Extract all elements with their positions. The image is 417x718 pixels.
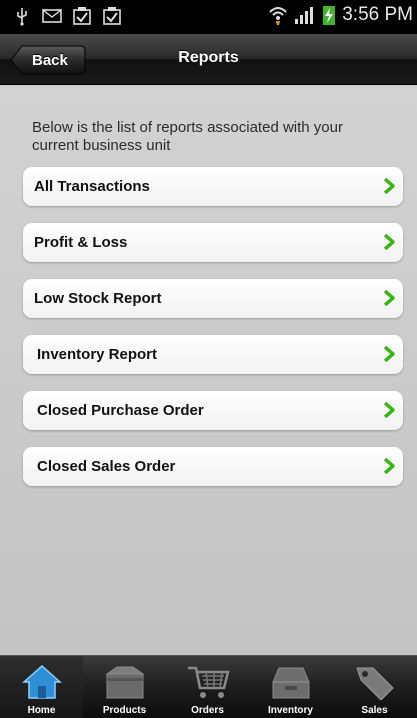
chevron-right-icon [383,290,395,306]
bottom-tab-bar: Home Products Orders Inventory Sales [0,655,417,718]
drawer-icon [272,667,309,699]
chevron-right-icon [383,178,395,194]
report-item-inventory[interactable]: Inventory Report [23,335,403,374]
mail-icon [42,9,62,23]
report-label: Profit & Loss [34,234,128,251]
chevron-right-icon [383,458,395,474]
tag-icon [355,667,394,700]
tab-inventory[interactable]: Inventory [249,656,332,718]
task-check-icon [103,7,121,25]
battery-charging-icon [323,6,336,25]
box-icon [104,666,145,699]
report-item-closed-purchase-order[interactable]: Closed Purchase Order [23,391,403,430]
tab-products[interactable]: Products [83,656,166,718]
system-indicators: 3:56 PM [268,4,413,26]
tab-sales[interactable]: Sales [332,656,417,718]
chevron-right-icon [383,234,395,250]
tab-home[interactable]: Home [0,656,83,718]
header-bar: Back Reports [0,34,417,85]
intro-text: Below is the list of reports associated … [32,119,343,154]
home-icon [21,664,62,699]
task-check-icon [73,7,91,25]
report-item-all-transactions[interactable]: All Transactions [23,167,403,206]
wifi-icon [269,7,287,25]
report-label: Closed Sales Order [37,458,176,475]
usb-icon [17,8,27,26]
tab-label: Products [102,705,147,716]
signal-icon [295,7,314,24]
reports-content: Below is the list of reports associated … [0,85,417,655]
tab-label: Inventory [267,705,313,716]
report-label: All Transactions [34,178,150,195]
chevron-right-icon [383,402,395,418]
page-title: Reports [178,49,239,66]
tab-label: Orders [191,705,224,716]
notification-icons [12,6,122,26]
tab-label: Home [27,705,56,716]
tab-orders[interactable]: Orders [166,656,249,718]
status-bar: 3:56 PM [0,0,417,34]
report-label: Inventory Report [37,346,158,363]
tab-label: Sales [361,705,388,716]
chevron-right-icon [383,346,395,362]
report-label: Closed Purchase Order [37,402,204,419]
report-list: All Transactions Profit & Loss Low Stock… [23,167,403,503]
report-item-low-stock[interactable]: Low Stock Report [23,279,403,318]
clock: 3:56 PM [342,4,413,25]
report-item-profit-loss[interactable]: Profit & Loss [23,223,403,262]
cart-icon [187,666,230,698]
report-label: Low Stock Report [34,290,162,307]
report-item-closed-sales-order[interactable]: Closed Sales Order [23,447,403,486]
